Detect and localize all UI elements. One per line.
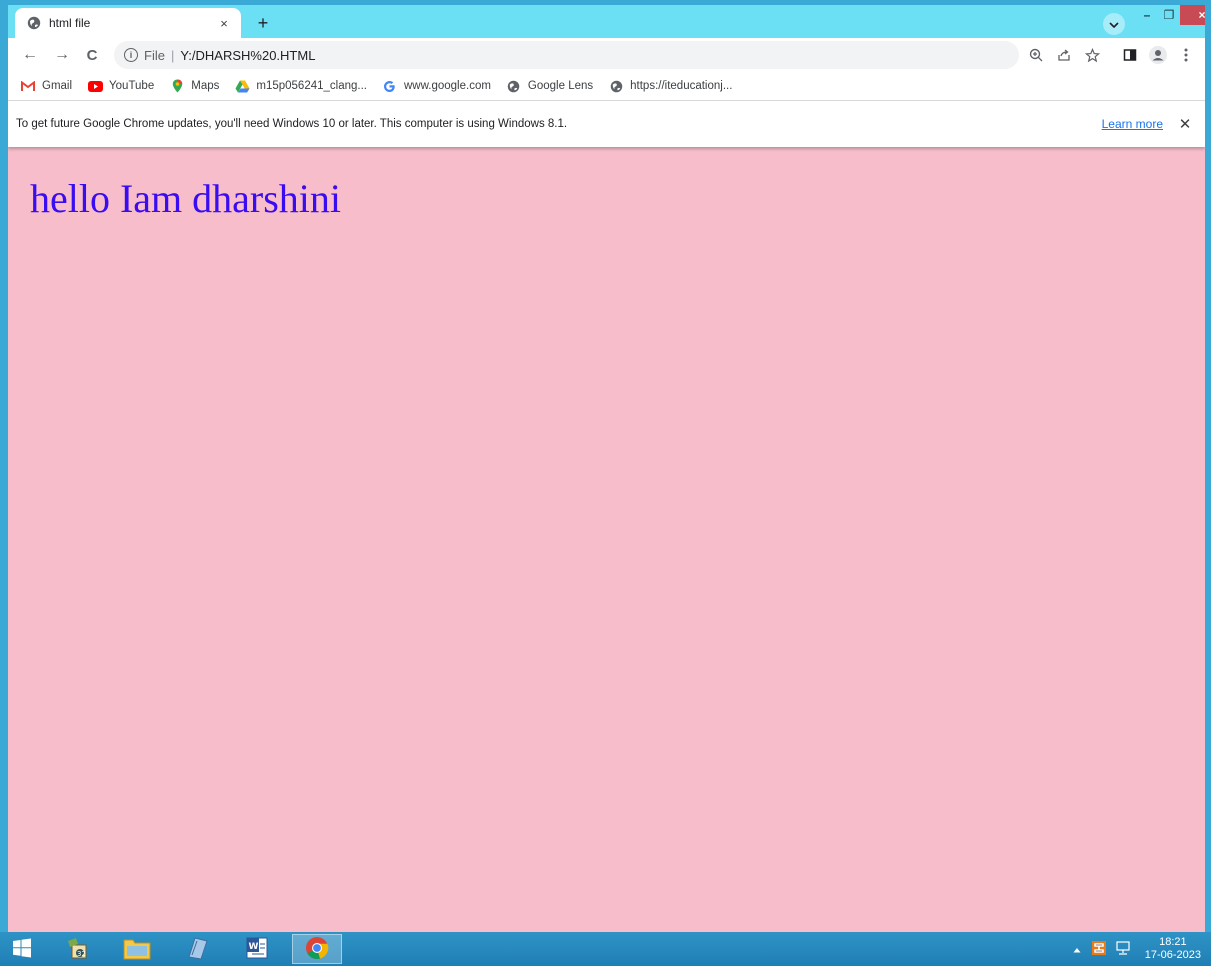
tab-close-button[interactable]: ×: [215, 14, 233, 32]
chevron-down-icon: [1109, 17, 1119, 31]
bookmark-label: m15p056241_clang...: [256, 80, 367, 92]
folder-icon: [122, 935, 152, 964]
infobar-message: To get future Google Chrome updates, you…: [16, 118, 568, 130]
info-icon[interactable]: i: [124, 48, 138, 62]
setup-app-icon: 32: [64, 935, 90, 964]
drive-icon: [234, 79, 250, 93]
tab-search-button[interactable]: [1103, 13, 1125, 35]
svg-text:W: W: [249, 942, 259, 952]
bookmark-gmail[interactable]: Gmail: [20, 79, 72, 93]
bookmark-label: Google Lens: [527, 80, 594, 92]
bookmark-label: YouTube: [109, 80, 155, 92]
taskbar-file-explorer[interactable]: [112, 934, 162, 964]
windows-logo-icon: [12, 938, 32, 961]
update-infobar: To get future Google Chrome updates, you…: [8, 101, 1205, 147]
youtube-icon: [87, 79, 103, 93]
bookmark-iteducation[interactable]: https://iteducationj...: [608, 79, 732, 93]
svg-text:32: 32: [77, 950, 86, 958]
tab-strip: html file × + – ❐ ×: [8, 5, 1205, 38]
star-icon[interactable]: [1082, 45, 1102, 65]
notebook-icon: [183, 935, 211, 964]
bookmark-google[interactable]: www.google.com: [382, 79, 491, 93]
network-icon[interactable]: [1115, 940, 1131, 959]
browser-window: html file × + – ❐ × ← → C i File | Y:/DH…: [8, 5, 1205, 932]
system-tray: 18:21 17-06-2023: [1073, 932, 1201, 966]
new-tab-button[interactable]: +: [252, 12, 274, 34]
taskbar-chrome[interactable]: [292, 934, 342, 964]
profile-avatar-icon[interactable]: [1148, 45, 1168, 65]
chrome-icon: [305, 936, 329, 963]
maps-icon: [169, 79, 185, 93]
close-window-button[interactable]: ×: [1180, 5, 1205, 25]
scheme-label: File: [144, 47, 165, 63]
clock-time: 18:21: [1159, 936, 1187, 948]
taskbar-app-notes[interactable]: [172, 934, 222, 964]
back-button[interactable]: ←: [18, 43, 42, 67]
google-icon: [382, 79, 398, 93]
bookmark-label: Gmail: [42, 80, 73, 92]
bookmark-maps[interactable]: Maps: [169, 79, 219, 93]
infobar-close-button[interactable]: ✕: [1177, 116, 1193, 133]
reload-button[interactable]: C: [80, 43, 104, 67]
learn-more-link[interactable]: Learn more: [1102, 117, 1163, 131]
bookmark-drive[interactable]: m15p056241_clang...: [234, 79, 367, 93]
clock-date: 17-06-2023: [1144, 949, 1201, 961]
url-text[interactable]: Y:/DHARSH%20.HTML: [180, 48, 315, 63]
address-bar[interactable]: i File | Y:/DHARSH%20.HTML: [114, 41, 1019, 69]
window-controls: – ❐ ×: [1136, 5, 1205, 25]
restore-button[interactable]: ❐: [1158, 5, 1180, 25]
page-heading: hello Iam dharshini: [30, 176, 342, 221]
bookmark-google-lens[interactable]: Google Lens: [506, 79, 593, 93]
tab-html-file[interactable]: html file ×: [15, 8, 241, 38]
bookmark-label: www.google.com: [403, 80, 491, 92]
menu-kebab-icon[interactable]: [1176, 45, 1196, 65]
start-button[interactable]: [0, 934, 44, 964]
browser-toolbar: ← → C i File | Y:/DHARSH%20.HTML: [8, 38, 1205, 72]
forward-button[interactable]: →: [50, 43, 74, 67]
minimize-button[interactable]: –: [1136, 5, 1158, 25]
bookmark-label: https://iteducationj...: [630, 80, 733, 92]
globe-icon: [608, 79, 624, 93]
windows-taskbar: 32 W 18:21 17-06-2023: [0, 932, 1211, 966]
bookmark-label: Maps: [191, 80, 220, 92]
tray-app-icon[interactable]: [1091, 940, 1107, 959]
globe-icon: [27, 16, 41, 30]
gmail-icon: [20, 79, 36, 93]
taskbar-word[interactable]: W: [232, 934, 282, 964]
globe-icon: [506, 79, 522, 93]
taskbar-clock[interactable]: 18:21 17-06-2023: [1145, 936, 1201, 962]
tab-title: html file: [49, 16, 91, 30]
zoom-icon[interactable]: [1026, 45, 1046, 65]
bookmarks-bar: Gmail YouTube Maps m15p056241_clang... w…: [8, 72, 1205, 101]
share-icon[interactable]: [1054, 45, 1074, 65]
page-content: hello Iam dharshini: [8, 147, 1205, 932]
taskbar-app-setup[interactable]: 32: [52, 934, 102, 964]
tray-expand-icon[interactable]: [1073, 942, 1081, 956]
side-panel-icon[interactable]: [1120, 45, 1140, 65]
url-separator: |: [170, 47, 175, 63]
word-icon: W: [244, 935, 270, 964]
bookmark-youtube[interactable]: YouTube: [87, 79, 154, 93]
